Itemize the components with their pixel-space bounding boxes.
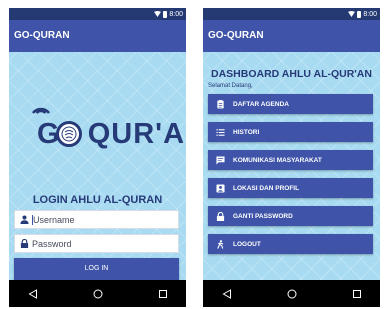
menu-label: DAFTAR AGENDA — [233, 100, 289, 108]
app-logo: G QUR'AN — [37, 116, 186, 152]
status-bar: 8:00 — [203, 8, 380, 20]
recents-icon[interactable] — [158, 289, 168, 299]
list-icon — [216, 128, 225, 136]
welcome-text: Selamat Datang, — [208, 83, 253, 89]
status-time: 8:00 — [363, 10, 377, 18]
username-input[interactable] — [33, 212, 173, 227]
password-input[interactable] — [32, 236, 172, 251]
nav-bar — [203, 280, 380, 307]
menu-komunikasi-masyarakat[interactable]: KOMUNIKASI MASYARAKAT — [208, 150, 373, 170]
menu-label: HISTORI — [233, 128, 260, 136]
menu-label: GANTI PASSWORD — [233, 212, 293, 220]
dashboard-screen: 8:00 GO-QURAN DASHBOARD AHLU AL-QUR'AN S… — [203, 8, 380, 307]
menu-lokasi-dan-profil[interactable]: LOKASI DAN PROFIL — [208, 178, 373, 198]
login-screen: 8:00 GO-QURAN G QUR'AN LOGIN AHLU AL-QUR… — [9, 8, 186, 307]
status-time: 8:00 — [169, 10, 183, 18]
password-field[interactable] — [14, 234, 179, 253]
menu-logout[interactable]: LOGOUT — [208, 234, 373, 254]
menu-daftar-agenda[interactable]: DAFTAR AGENDA — [208, 94, 373, 114]
walk-icon — [217, 239, 224, 249]
login-title: LOGIN AHLU AL-QURAN — [32, 194, 163, 206]
recents-icon[interactable] — [352, 289, 362, 299]
menu-label: LOGOUT — [233, 240, 261, 248]
home-icon[interactable] — [93, 289, 103, 299]
agenda-icon — [217, 99, 224, 109]
login-button[interactable]: LOG IN — [14, 258, 179, 280]
battery-icon — [163, 10, 168, 18]
back-icon[interactable] — [222, 289, 232, 299]
app-title: GO-QURAN — [203, 20, 380, 52]
dashboard-title: DASHBOARD AHLU AL-QUR'AN — [211, 68, 372, 80]
wifi-icon — [154, 11, 162, 17]
quran-seal-icon — [56, 121, 82, 147]
username-field[interactable] — [14, 210, 179, 229]
nav-bar — [9, 280, 186, 307]
back-icon[interactable] — [28, 289, 38, 299]
profile-icon — [216, 183, 225, 193]
menu-histori[interactable]: HISTORI — [208, 122, 373, 142]
chat-icon — [216, 155, 225, 165]
menu-label: KOMUNIKASI MASYARAKAT — [233, 156, 322, 164]
menu-ganti-password[interactable]: GANTI PASSWORD — [208, 206, 373, 226]
menu-label: LOKASI DAN PROFIL — [233, 184, 300, 192]
lock-icon — [216, 211, 225, 221]
lock-icon — [20, 239, 29, 248]
person-icon — [20, 215, 29, 224]
battery-icon — [357, 10, 362, 18]
app-title: GO-QURAN — [9, 20, 186, 52]
status-bar: 8:00 — [9, 8, 186, 20]
home-icon[interactable] — [287, 289, 297, 299]
wifi-icon — [348, 11, 356, 17]
signal-waves-icon — [32, 107, 50, 114]
